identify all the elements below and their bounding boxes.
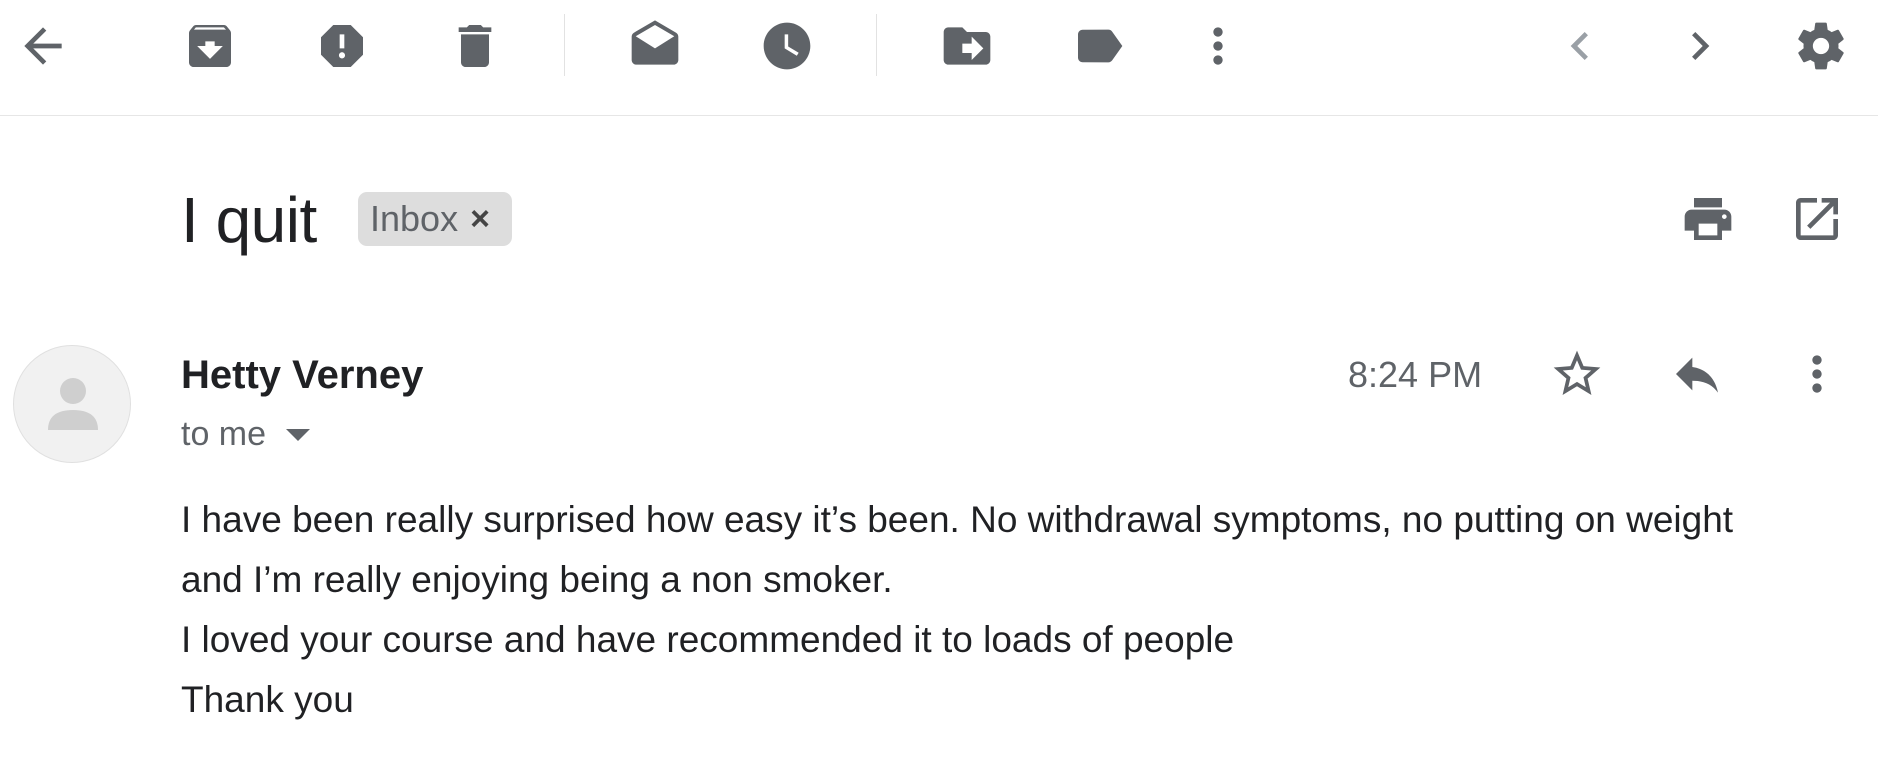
label-chip-inbox[interactable]: Inbox × <box>358 192 512 246</box>
toolbar-divider <box>564 14 565 76</box>
chevron-down-icon[interactable] <box>286 429 311 441</box>
message-paragraph: I loved your course and have recommended… <box>181 619 1235 660</box>
default-person-icon <box>48 378 98 430</box>
label-chip-text: Inbox <box>370 198 459 239</box>
avatar <box>13 345 131 463</box>
toolbar <box>0 0 1878 116</box>
toolbar-divider <box>876 14 877 76</box>
email-subject: I quit <box>181 184 317 256</box>
message-paragraph: Thank you <box>181 679 354 720</box>
message-time: 8:24 PM <box>1348 354 1483 395</box>
recipient-text: to me <box>181 415 267 453</box>
sender-name: Hetty Verney <box>181 353 424 397</box>
message-paragraph: I have been really surprised how easy it… <box>181 499 1734 600</box>
recipient-details-toggle[interactable]: to me <box>181 413 311 455</box>
message-body: I have been really surprised how easy it… <box>181 490 1741 730</box>
remove-label-button[interactable]: × <box>470 200 490 239</box>
